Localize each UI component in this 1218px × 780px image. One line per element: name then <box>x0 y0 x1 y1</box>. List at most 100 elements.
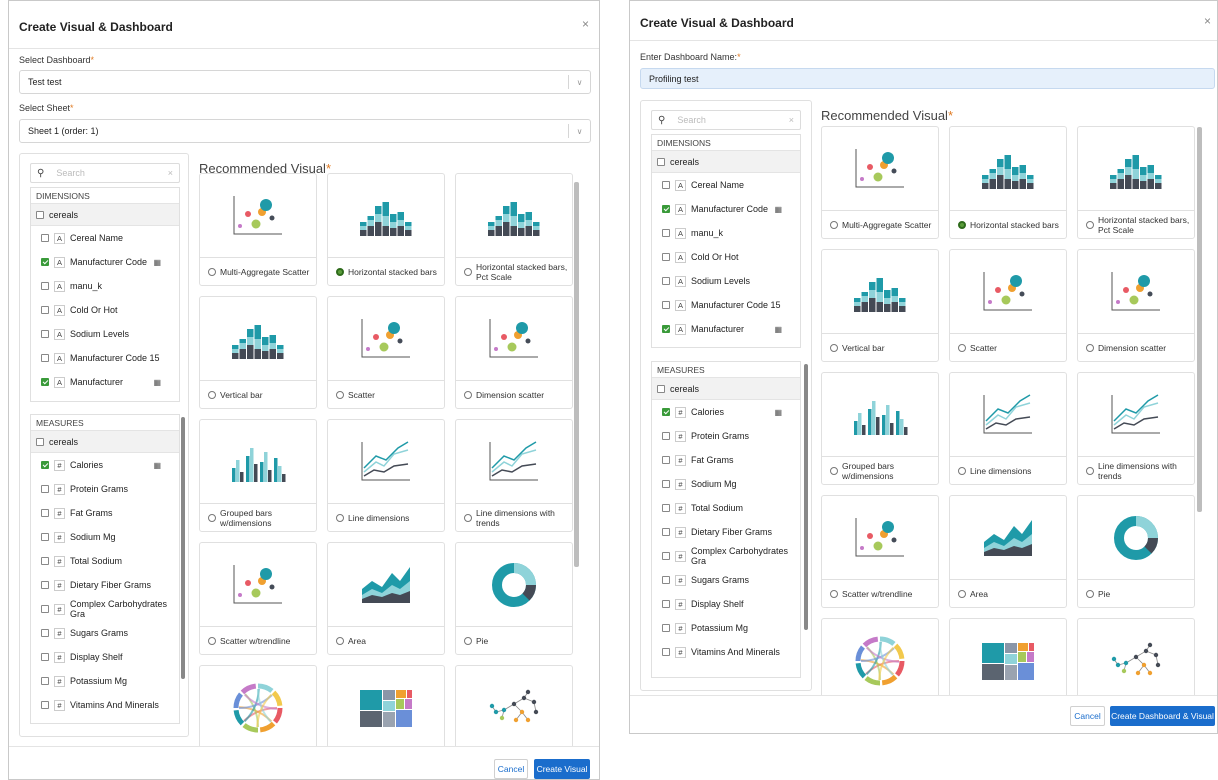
field-item[interactable]: # Potassium Mg <box>31 669 179 693</box>
dataset-group[interactable]: cereals <box>652 151 800 173</box>
checkbox[interactable] <box>41 330 49 338</box>
clear-icon[interactable]: × <box>789 115 794 125</box>
visual-option[interactable]: Line dimensions <box>950 456 1066 484</box>
filter-icon[interactable]: ▦ <box>774 325 782 334</box>
checkbox[interactable] <box>662 325 670 333</box>
visual-tile[interactable]: Pie <box>1077 495 1195 608</box>
checkbox[interactable] <box>41 306 49 314</box>
filter-icon[interactable]: ▦ <box>153 258 161 267</box>
checkbox[interactable] <box>41 677 49 685</box>
dashboard-select[interactable]: Test test ∨ <box>19 70 591 94</box>
checkbox[interactable] <box>662 576 670 584</box>
checkbox[interactable] <box>41 581 49 589</box>
radio-button[interactable] <box>336 390 344 399</box>
radio-button[interactable] <box>208 636 216 645</box>
checkbox[interactable] <box>41 234 49 242</box>
visual-tile[interactable]: Scatter w/trendline <box>199 542 317 655</box>
radio-button[interactable] <box>958 220 966 229</box>
field-item[interactable]: # Sodium Mg <box>652 472 800 496</box>
visual-option[interactable]: Grouped bars w/dimensions <box>822 456 938 484</box>
checkbox[interactable] <box>41 509 49 517</box>
field-item[interactable]: # Complex Carbohydrates Gra <box>652 544 800 568</box>
filter-icon[interactable]: ▦ <box>774 408 782 417</box>
dataset-group[interactable]: cereals <box>652 378 800 400</box>
visual-tile[interactable] <box>327 665 445 747</box>
visual-tile[interactable]: Dimension scatter <box>1077 249 1195 362</box>
radio-button[interactable] <box>958 343 966 352</box>
checkbox[interactable] <box>662 480 670 488</box>
checkbox[interactable] <box>41 282 49 290</box>
visual-tile[interactable]: Scatter w/trendline <box>821 495 939 608</box>
filter-icon[interactable]: ▦ <box>153 378 161 387</box>
visual-tile[interactable]: Horizontal stacked bars <box>327 173 445 286</box>
checkbox[interactable] <box>41 461 49 469</box>
field-item[interactable]: A Cold Or Hot <box>31 298 179 322</box>
checkbox[interactable] <box>41 485 49 493</box>
checkbox[interactable] <box>662 552 670 560</box>
checkbox[interactable] <box>662 624 670 632</box>
checkbox[interactable] <box>662 504 670 512</box>
visual-option[interactable]: Scatter <box>950 333 1066 361</box>
radio-button[interactable] <box>464 267 472 276</box>
field-item[interactable]: Amanu_k <box>31 274 179 298</box>
field-search-input[interactable]: ⚲ Search × <box>651 110 801 130</box>
checkbox[interactable] <box>662 229 670 237</box>
cancel-button[interactable]: Cancel <box>494 759 528 779</box>
checkbox[interactable] <box>662 408 670 416</box>
visual-option[interactable]: Dimension scatter <box>456 380 572 408</box>
create-visual-button[interactable]: Create Visual <box>534 759 590 779</box>
field-item[interactable]: A Manufacturer Code 15 <box>652 293 800 317</box>
visual-tile[interactable]: Area <box>327 542 445 655</box>
checkbox[interactable] <box>41 533 49 541</box>
radio-button[interactable] <box>1086 589 1094 598</box>
radio-button[interactable] <box>208 513 216 522</box>
visual-tile[interactable]: Pie <box>455 542 573 655</box>
close-icon[interactable]: × <box>582 17 589 31</box>
visual-tile[interactable]: Horizontal stacked bars, Pct Scale <box>1077 126 1195 239</box>
visual-option[interactable]: Grouped bars w/dimensions <box>200 503 316 531</box>
checkbox[interactable] <box>662 528 670 536</box>
checkbox[interactable] <box>662 648 670 656</box>
radio-button[interactable] <box>830 589 838 598</box>
field-item[interactable]: # Fat Grams <box>652 448 800 472</box>
checkbox[interactable] <box>662 253 670 261</box>
chevron-down-icon[interactable]: ∨ <box>568 124 590 138</box>
radio-button[interactable] <box>464 513 472 522</box>
field-item[interactable]: # Dietary Fiber Grams <box>31 573 179 597</box>
filter-icon[interactable]: ▦ <box>153 461 161 470</box>
checkbox[interactable] <box>41 378 49 386</box>
visual-option[interactable]: Horizontal stacked bars <box>328 257 444 285</box>
checkbox[interactable] <box>662 456 670 464</box>
radio-button[interactable] <box>1086 466 1094 475</box>
clear-icon[interactable]: × <box>168 168 173 178</box>
checkbox[interactable] <box>662 277 670 285</box>
dashboard-name-input[interactable]: Profiling test <box>640 68 1215 89</box>
visual-tile[interactable]: Line dimensions <box>327 419 445 532</box>
field-item[interactable]: # Total Sodium <box>31 549 179 573</box>
visual-tile[interactable]: Scatter <box>949 249 1067 362</box>
checkbox[interactable] <box>36 437 44 446</box>
field-item[interactable]: # Display Shelf <box>31 645 179 669</box>
visual-option[interactable]: Line dimensions with trends <box>456 503 572 531</box>
measures-scrollbar[interactable] <box>181 417 185 679</box>
visual-tile[interactable] <box>455 665 573 747</box>
visual-tile[interactable]: Area <box>949 495 1067 608</box>
field-item[interactable]: # Sodium Mg <box>31 525 179 549</box>
visual-tile[interactable]: Dimension scatter <box>455 296 573 409</box>
field-item[interactable]: # Complex Carbohydrates Gra <box>31 597 179 621</box>
radio-button[interactable] <box>208 267 216 276</box>
field-item[interactable]: # Sugars Grams <box>31 621 179 645</box>
visual-tile[interactable]: Scatter <box>327 296 445 409</box>
field-item[interactable]: A Cereal Name <box>31 226 179 250</box>
checkbox[interactable] <box>657 384 665 393</box>
field-item[interactable]: A Manufacturer Code ▦ <box>31 250 179 274</box>
radio-button[interactable] <box>208 390 216 399</box>
field-item[interactable]: A Cold Or Hot <box>652 245 800 269</box>
field-item[interactable]: # Potassium Mg <box>652 616 800 640</box>
radio-button[interactable] <box>830 343 838 352</box>
radio-button[interactable] <box>958 466 966 475</box>
visual-option[interactable]: Pie <box>456 626 572 654</box>
visual-option[interactable]: Horizontal stacked bars, Pct Scale <box>456 257 572 285</box>
measures-scrollbar[interactable] <box>804 364 808 630</box>
visuals-scrollbar[interactable] <box>1197 127 1202 512</box>
